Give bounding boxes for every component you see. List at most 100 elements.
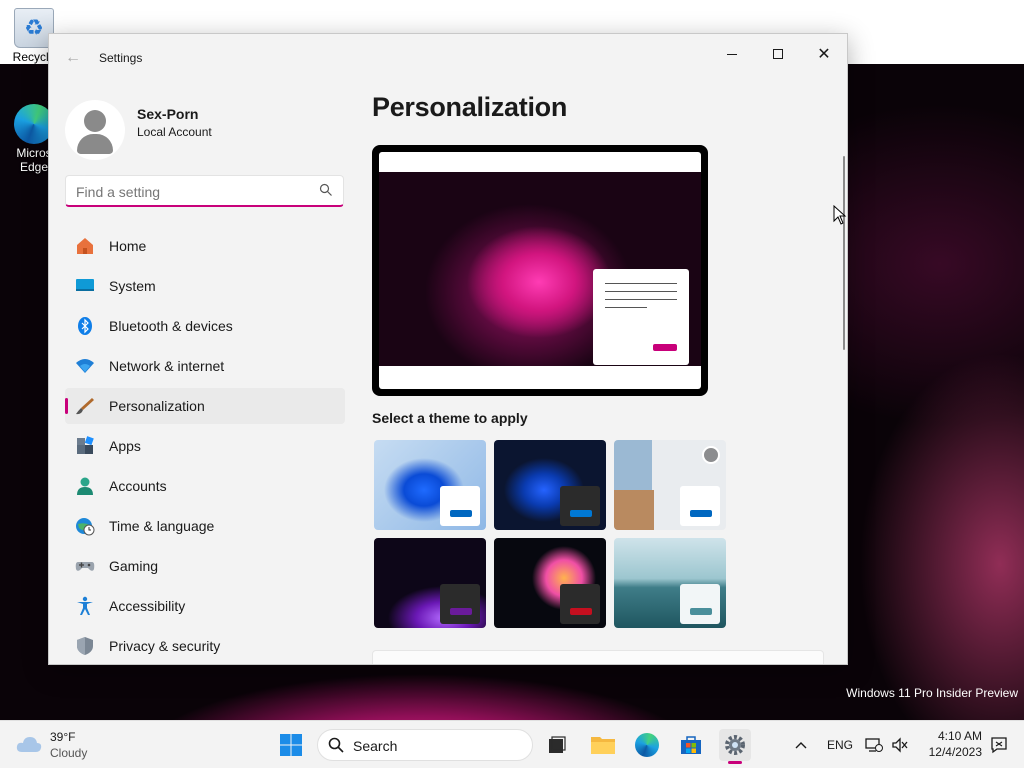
sidebar-item-label: Apps	[109, 438, 141, 454]
close-button[interactable]: ✕	[801, 38, 847, 70]
taskbar: 39°F Cloudy Search ENG 4:10 AM 12/4/2023	[0, 720, 1024, 768]
cloud-icon	[16, 737, 42, 752]
mouse-cursor-icon	[833, 205, 847, 225]
start-button[interactable]	[275, 729, 307, 761]
theme-tile-spotlight[interactable]	[614, 440, 726, 530]
task-view-button[interactable]	[541, 729, 573, 761]
system-icon	[75, 276, 95, 296]
window-title: Settings	[99, 51, 143, 65]
input-language[interactable]: ENG	[827, 738, 853, 752]
minimize-button[interactable]	[709, 38, 755, 70]
weather-condition: Cloudy	[50, 746, 88, 760]
page-title: Personalization	[372, 92, 568, 122]
sidebar-item-privacy[interactable]: Privacy & security	[65, 628, 345, 664]
os-watermark: Windows 11 Pro Insider Preview	[846, 686, 1018, 700]
theme-mini-window	[680, 486, 720, 526]
accessibility-icon	[75, 596, 95, 616]
sidebar-item-label: Home	[109, 238, 147, 254]
clock-date: 12/4/2023	[928, 745, 982, 759]
notifications-button[interactable]	[983, 729, 1015, 761]
sidebar-item-system[interactable]: System	[65, 268, 345, 304]
gamepad-icon	[75, 556, 95, 576]
sidebar-item-personalization[interactable]: Personalization	[65, 388, 345, 424]
store-button[interactable]	[675, 729, 707, 761]
edge-icon	[635, 733, 659, 757]
sidebar-item-label: System	[109, 278, 156, 294]
sidebar-item-label: Privacy & security	[109, 638, 221, 654]
apps-icon	[75, 436, 95, 456]
theme-tile-windows-light[interactable]	[374, 440, 486, 530]
settings-card[interactable]	[372, 650, 824, 664]
folder-icon	[591, 737, 615, 754]
theme-mini-window	[560, 584, 600, 624]
bluetooth-icon	[75, 316, 95, 336]
clock-time: 4:10 AM	[937, 729, 982, 743]
notification-icon	[991, 737, 1007, 754]
themes-heading: Select a theme to apply	[372, 410, 528, 426]
file-explorer-button[interactable]	[587, 729, 619, 761]
sidebar-item-label: Network & internet	[109, 358, 225, 374]
chevron-up-icon	[795, 742, 807, 749]
theme-mini-window	[440, 584, 480, 624]
theme-mini-window	[440, 486, 480, 526]
theme-tile-glow[interactable]	[374, 538, 486, 628]
minimize-icon	[727, 53, 737, 55]
sidebar-item-accessibility[interactable]: Accessibility	[65, 588, 345, 624]
theme-preview	[372, 145, 708, 396]
search-icon	[328, 737, 344, 753]
speaker-muted-icon	[892, 737, 908, 753]
network-icon	[865, 738, 883, 752]
preview-window	[593, 269, 689, 365]
find-setting-search[interactable]	[65, 175, 344, 207]
network-status-button[interactable]	[861, 729, 887, 761]
taskbar-search-label: Search	[353, 738, 398, 754]
sidebar-item-apps[interactable]: Apps	[65, 428, 345, 464]
show-hidden-icons-button[interactable]	[785, 729, 817, 761]
taskbar-search[interactable]: Search	[317, 729, 533, 761]
theme-tile-windows-dark[interactable]	[494, 440, 606, 530]
maximize-button[interactable]	[755, 38, 801, 70]
windows-logo-icon	[280, 734, 302, 756]
globe-clock-icon	[75, 516, 95, 536]
sidebar-item-label: Time & language	[109, 518, 215, 534]
sidebar-item-label: Bluetooth & devices	[109, 318, 233, 334]
spotlight-icon	[702, 446, 720, 464]
weather-widget[interactable]: 39°F Cloudy	[16, 729, 116, 761]
wifi-icon	[75, 356, 95, 376]
clock[interactable]: 4:10 AM 12/4/2023	[918, 729, 982, 759]
maximize-icon	[773, 49, 783, 59]
theme-mini-window	[680, 584, 720, 624]
scrollbar[interactable]	[843, 156, 845, 350]
sidebar-item-gaming[interactable]: Gaming	[65, 548, 345, 584]
store-icon	[681, 736, 701, 754]
sidebar-item-time-language[interactable]: Time & language	[65, 508, 345, 544]
search-icon	[319, 183, 332, 196]
theme-tile-captured-motion[interactable]	[494, 538, 606, 628]
home-icon	[75, 236, 95, 256]
gear-icon	[725, 735, 745, 755]
edge-taskbar-button[interactable]	[631, 729, 663, 761]
back-arrow-icon[interactable]: ←	[63, 48, 83, 68]
sidebar-item-label: Accounts	[109, 478, 167, 494]
person-icon	[75, 476, 95, 496]
account-type: Local Account	[137, 125, 212, 139]
title-bar[interactable]: ← Settings ✕	[49, 34, 847, 82]
sidebar-item-accounts[interactable]: Accounts	[65, 468, 345, 504]
user-name: Sex-Porn	[137, 106, 199, 122]
sidebar-item-network[interactable]: Network & internet	[65, 348, 345, 384]
theme-mini-window	[560, 486, 600, 526]
sidebar-item-label: Gaming	[109, 558, 159, 574]
settings-taskbar-button[interactable]	[719, 729, 751, 764]
shield-icon	[75, 636, 95, 656]
sidebar-item-home[interactable]: Home	[65, 228, 345, 264]
task-view-icon	[549, 736, 566, 753]
brush-icon	[75, 396, 95, 416]
theme-tile-flow[interactable]	[614, 538, 726, 628]
settings-window: ← Settings ✕ Sex-Porn Local Account Home	[48, 33, 848, 665]
volume-button[interactable]	[887, 729, 913, 761]
close-icon: ✕	[817, 46, 831, 63]
sidebar-item-label: Accessibility	[109, 598, 186, 614]
sidebar-nav: Home System Bluetooth & devices Network …	[65, 228, 345, 664]
search-input[interactable]	[76, 182, 306, 202]
sidebar-item-bluetooth[interactable]: Bluetooth & devices	[65, 308, 345, 344]
